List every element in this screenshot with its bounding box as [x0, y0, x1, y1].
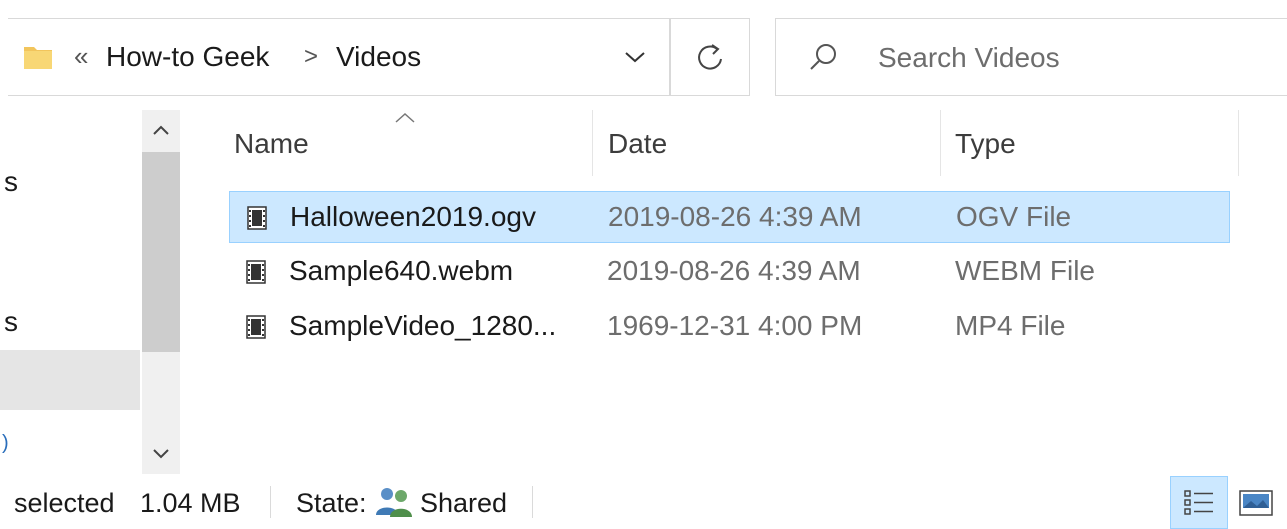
column-header-name[interactable]: Name	[234, 110, 590, 178]
file-row[interactable]: SampleVideo_1280... 1969-12-31 4:00 PM M…	[229, 301, 1230, 353]
nav-item-label[interactable]: s	[4, 306, 18, 338]
file-name: Halloween2019.ogv	[290, 201, 536, 232]
breadcrumb-separator[interactable]: >	[304, 43, 318, 71]
column-divider[interactable]	[592, 110, 593, 176]
column-divider[interactable]	[940, 110, 941, 176]
status-state-label: State:	[296, 488, 367, 518]
video-file-icon	[246, 260, 266, 284]
nav-item-selected[interactable]	[0, 350, 140, 410]
file-type: WEBM File	[955, 255, 1095, 286]
file-date: 2019-08-26 4:39 AM	[608, 201, 862, 232]
breadcrumb-videos[interactable]: Videos	[336, 41, 421, 73]
scroll-down-button[interactable]	[142, 434, 180, 474]
chevron-down-icon	[153, 449, 169, 459]
file-explorer-window: « How-to Geek > Videos Search Videos s s…	[0, 0, 1287, 529]
address-dropdown-button[interactable]	[608, 18, 662, 96]
search-box[interactable]: Search Videos	[775, 18, 1287, 96]
file-type: OGV File	[956, 201, 1072, 232]
file-date: 2019-08-26 4:39 AM	[607, 255, 861, 286]
video-file-icon	[247, 206, 267, 230]
nav-item-link[interactable]: )	[2, 432, 9, 454]
chevron-down-icon	[625, 52, 645, 63]
status-divider	[270, 486, 271, 518]
status-divider	[532, 486, 533, 518]
details-view-button[interactable]	[1170, 476, 1228, 529]
address-bar[interactable]: « How-to Geek > Videos	[8, 18, 670, 96]
breadcrumb-how-to-geek[interactable]: How-to Geek	[106, 41, 269, 73]
column-divider[interactable]	[1238, 110, 1239, 176]
breadcrumb-overflow-chevron[interactable]: «	[74, 41, 88, 72]
large-icons-view-button[interactable]	[1236, 486, 1276, 520]
refresh-button[interactable]	[670, 18, 750, 96]
file-date: 1969-12-31 4:00 PM	[607, 310, 863, 341]
scroll-up-button[interactable]	[142, 110, 180, 150]
column-header-date[interactable]: Date	[608, 110, 938, 178]
shared-users-icon	[376, 488, 412, 517]
details-view-icon	[1184, 489, 1213, 515]
video-file-icon	[246, 315, 266, 339]
file-row[interactable]: Halloween2019.ogv 2019-08-26 4:39 AM OGV…	[229, 191, 1230, 243]
search-input[interactable]: Search Videos	[878, 42, 1060, 74]
nav-scrollbar[interactable]	[142, 110, 180, 474]
file-row[interactable]: Sample640.webm 2019-08-26 4:39 AM WEBM F…	[229, 246, 1230, 298]
file-name: Sample640.webm	[289, 255, 514, 286]
chevron-up-icon	[153, 125, 169, 135]
column-header-type[interactable]: Type	[955, 110, 1237, 178]
status-selected-size: 1.04 MB	[140, 488, 241, 518]
file-name: SampleVideo_1280...	[289, 310, 557, 341]
refresh-icon	[698, 44, 722, 70]
folder-icon	[24, 47, 52, 69]
file-type: MP4 File	[955, 310, 1066, 341]
search-icon	[810, 44, 836, 70]
scroll-thumb[interactable]	[142, 152, 180, 352]
thumbnail-view-icon	[1239, 490, 1273, 516]
status-state-value: Shared	[420, 488, 508, 518]
status-selected-label: selected	[14, 488, 115, 518]
nav-item-label[interactable]: s	[4, 166, 18, 198]
status-bar: selected 1.04 MB State: Shared	[0, 474, 1287, 529]
